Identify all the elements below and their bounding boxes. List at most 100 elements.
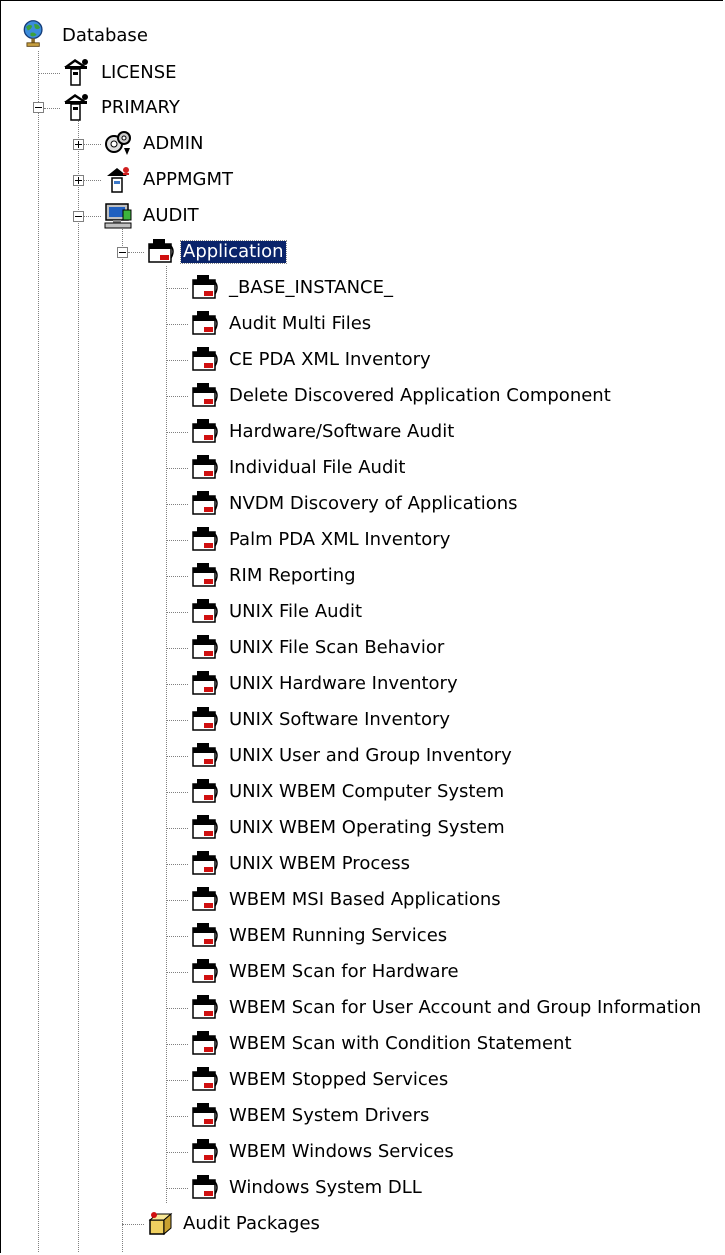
tree-node-instance[interactable]: UNIX File Scan Behavior [189,630,723,666]
application-class-icon [148,239,174,263]
audit-packages-icon [148,1212,173,1236]
collapse-toggle[interactable] [33,102,44,113]
tree-node-instance[interactable]: WBEM System Drivers [189,1098,723,1134]
tree-node-label: WBEM Scan for User Account and Group Inf… [229,997,702,1018]
tree-node-label: PRIMARY [101,97,180,118]
tree-node-label: Database [62,25,148,46]
tree-line [166,972,188,973]
application-instance-icon [192,1103,218,1127]
tree-node-instance[interactable]: WBEM Scan with Condition Statement [189,1026,723,1062]
tree-line [166,648,188,649]
tree-line [38,73,60,74]
tree-node-label: WBEM Stopped Services [229,1069,449,1090]
tree-node-application[interactable]: Application [145,234,345,270]
tree-node-primary[interactable]: PRIMARY [61,90,261,126]
tree-line [38,51,39,1253]
tree-line [84,216,101,217]
tree-node-label: CE PDA XML Inventory [229,349,431,370]
tree-line [166,266,167,1203]
tree-node-label: Hardware/Software Audit [229,421,455,442]
tree-node-instance[interactable]: UNIX WBEM Process [189,846,723,882]
application-instance-icon [192,887,218,911]
config-class-icon [64,94,88,121]
application-instance-icon [192,995,218,1019]
tree-node-instance[interactable]: Palm PDA XML Inventory [189,522,723,558]
tree-line [166,828,188,829]
application-instance-icon [192,779,218,803]
tree-node-label: NVDM Discovery of Applications [229,493,518,514]
application-instance-icon [192,851,218,875]
collapse-toggle[interactable] [73,211,84,222]
tree-node-label: WBEM Scan with Condition Statement [229,1033,572,1054]
tree-node-audit[interactable]: AUDIT [103,198,303,234]
tree-node-label: UNIX Software Inventory [229,709,451,730]
tree-line [44,108,60,109]
tree-line [84,180,101,181]
tree-line [128,252,144,253]
tree-node-audit-packages[interactable]: Audit Packages [145,1206,365,1242]
admin-gears-icon [105,131,131,155]
application-instance-icon [192,383,218,407]
tree-node-instance[interactable]: WBEM Windows Services [189,1134,723,1170]
tree-line [166,756,188,757]
tree-node-instance[interactable]: WBEM Stopped Services [189,1062,723,1098]
tree-node-instance[interactable]: UNIX Software Inventory [189,702,723,738]
tree-node-label: Palm PDA XML Inventory [229,529,451,550]
collapse-toggle[interactable] [117,247,128,258]
tree-node-instance[interactable]: Delete Discovered Application Component [189,378,723,414]
tree-line [166,612,188,613]
tree-line [166,1080,188,1081]
tree-node-label: WBEM MSI Based Applications [229,889,501,910]
tree-node-license[interactable]: LICENSE [61,55,261,91]
tree-node-admin[interactable]: ADMIN [103,126,303,162]
tree-node-instance[interactable]: UNIX User and Group Inventory [189,738,723,774]
tree-node-instance[interactable]: UNIX WBEM Operating System [189,810,723,846]
tree-node-instance[interactable]: NVDM Discovery of Applications [189,486,723,522]
tree-node-label: UNIX File Scan Behavior [229,637,445,658]
tree-node-label: Delete Discovered Application Component [229,385,611,406]
tree-node-label: UNIX WBEM Computer System [229,781,505,802]
tree-node-label: UNIX WBEM Operating System [229,817,505,838]
application-instance-icon [192,671,218,695]
tree-node-instance[interactable]: Windows System DLL [189,1170,723,1206]
tree-node-instance[interactable]: Individual File Audit [189,450,723,486]
tree-node-label: APPMGMT [143,169,234,190]
tree-node-instance[interactable]: CE PDA XML Inventory [189,342,723,378]
tree-node-appmgmt[interactable]: APPMGMT [103,162,303,198]
expand-toggle[interactable] [73,139,84,150]
tree-node-instance[interactable]: WBEM Running Services [189,918,723,954]
tree-line [166,324,188,325]
tree-line [122,229,123,1253]
tree-node-label: ADMIN [143,133,204,154]
tree-node-instance[interactable]: RIM Reporting [189,558,723,594]
tree-node-instance[interactable]: WBEM Scan for User Account and Group Inf… [189,990,723,1026]
tree-node-instance[interactable]: UNIX File Audit [189,594,723,630]
application-instance-icon [192,923,218,947]
tree-node-label: Audit Multi Files [229,313,372,334]
application-instance-icon [192,959,218,983]
tree-node-label: RIM Reporting [229,565,356,586]
database-tree-view[interactable]: Database LICENSE PRIMARY ADMIN APPMGMT A… [0,0,723,1253]
expand-toggle[interactable] [73,175,84,186]
tree-line [166,1188,188,1189]
tree-line [166,900,188,901]
tree-node-instance[interactable]: WBEM MSI Based Applications [189,882,723,918]
tree-node-label: Windows System DLL [229,1177,422,1198]
tree-node-label: Individual File Audit [229,457,406,478]
application-instance-icon [192,455,218,479]
tree-line [166,576,188,577]
tree-node-instance[interactable]: UNIX WBEM Computer System [189,774,723,810]
tree-line [166,1044,188,1045]
application-instance-icon [192,815,218,839]
tree-node-instance[interactable]: Hardware/Software Audit [189,414,723,450]
tree-node-instance[interactable]: UNIX Hardware Inventory [189,666,723,702]
tree-node-label: LICENSE [101,62,177,83]
tree-line [166,1152,188,1153]
tree-node-label: WBEM Windows Services [229,1141,454,1162]
tree-node-instance[interactable]: Audit Multi Files [189,306,723,342]
tree-node-label: WBEM System Drivers [229,1105,430,1126]
tree-node-instance[interactable]: _BASE_INSTANCE_ [189,270,723,306]
tree-node-database[interactable]: Database [19,18,219,54]
tree-node-instance[interactable]: WBEM Scan for Hardware [189,954,723,990]
application-instance-icon [192,1031,218,1055]
